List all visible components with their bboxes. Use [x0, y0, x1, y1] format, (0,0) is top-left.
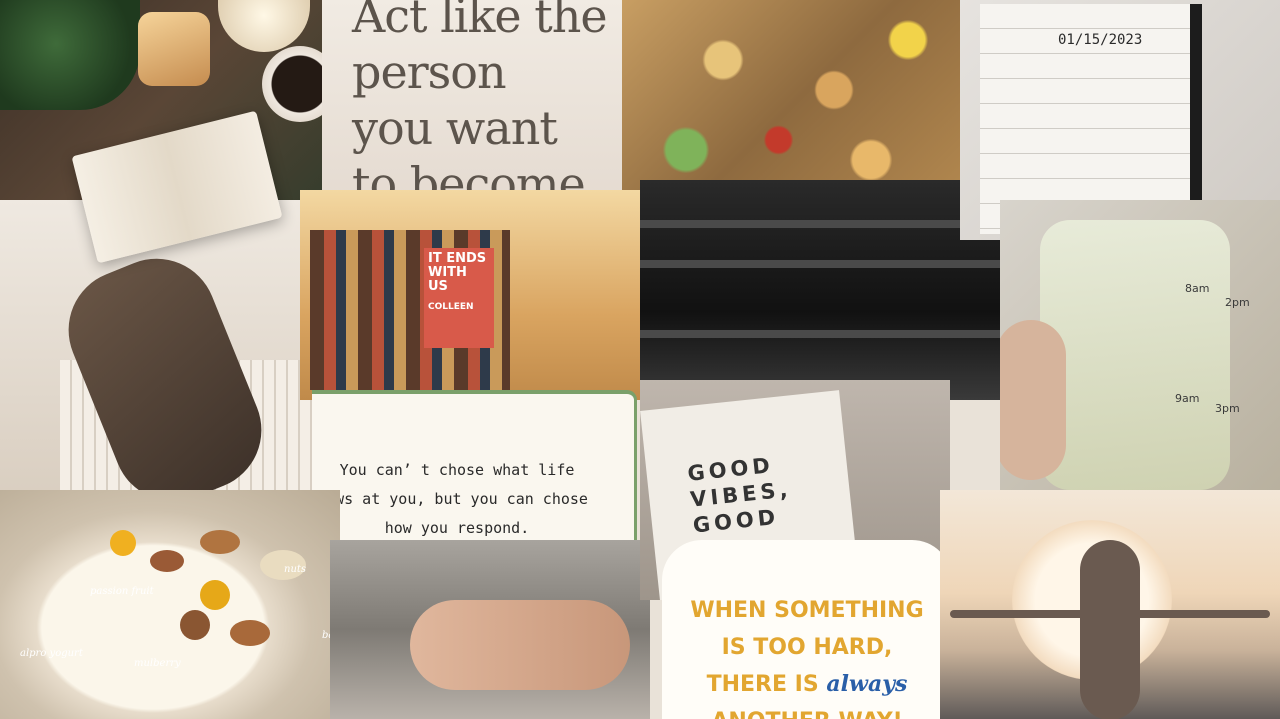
book-cover: IT ENDS WITH US COLLEEN	[424, 248, 494, 348]
gym-bar	[640, 260, 1000, 268]
yogurt-bowl-photo: passion fruit nuts alpro yogurt mulberry…	[0, 490, 340, 719]
gym-photo	[640, 180, 1000, 400]
bottle-glass	[1040, 220, 1230, 490]
note-quote: You can’ t chose what life ows at you, b…	[326, 461, 588, 537]
passion-fruit	[200, 580, 230, 610]
almond	[230, 620, 270, 646]
meditation-hand-photo	[330, 540, 650, 719]
plant-image	[0, 0, 140, 110]
bottle-mark: 8am	[1185, 282, 1210, 295]
gym-bar	[640, 330, 1000, 338]
almond	[200, 530, 240, 554]
hand-image	[1000, 320, 1066, 480]
notebook-date: 01/15/2023	[1058, 32, 1143, 48]
yogurt-label: passion fruit	[90, 586, 154, 597]
hand-image	[410, 600, 630, 690]
almond	[150, 550, 184, 572]
water-bottle-photo: 8am 2pm 9am 3pm	[1000, 200, 1280, 500]
book-title: GOOD VIBES, GOOD	[686, 452, 793, 538]
quote-card-top: Act like the person you want to become.	[322, 0, 622, 212]
yoga-silhouette	[1080, 540, 1140, 719]
bottle-mark: 9am	[1175, 392, 1200, 405]
candle-image	[218, 0, 310, 52]
chickpea-salad-photo	[612, 0, 982, 200]
sunset-yoga-photo	[940, 490, 1280, 719]
gym-bar	[640, 220, 1000, 228]
bottle-mark: 3pm	[1215, 402, 1240, 415]
quote-text: Act like the person you want to become.	[352, 0, 608, 211]
motivation-sticker: WHEN SOMETHING IS TOO HARD, THERE IS alw…	[662, 540, 952, 719]
quote-note-card: You can’ t chose what life ows at you, b…	[312, 390, 637, 544]
bookshelf-photo: IT ENDS WITH US COLLEEN	[300, 190, 640, 400]
yogurt-label: mulberry	[134, 658, 181, 669]
crystal-image	[138, 12, 210, 86]
sticker-text: WHEN SOMETHING IS TOO HARD, THERE IS alw…	[690, 598, 924, 719]
yogurt-label: alpro yogurt	[20, 648, 83, 659]
passion-fruit	[110, 530, 136, 556]
yogurt-label: nuts	[284, 564, 307, 575]
hazelnut	[180, 610, 210, 640]
bottle-mark: 2pm	[1225, 296, 1250, 309]
